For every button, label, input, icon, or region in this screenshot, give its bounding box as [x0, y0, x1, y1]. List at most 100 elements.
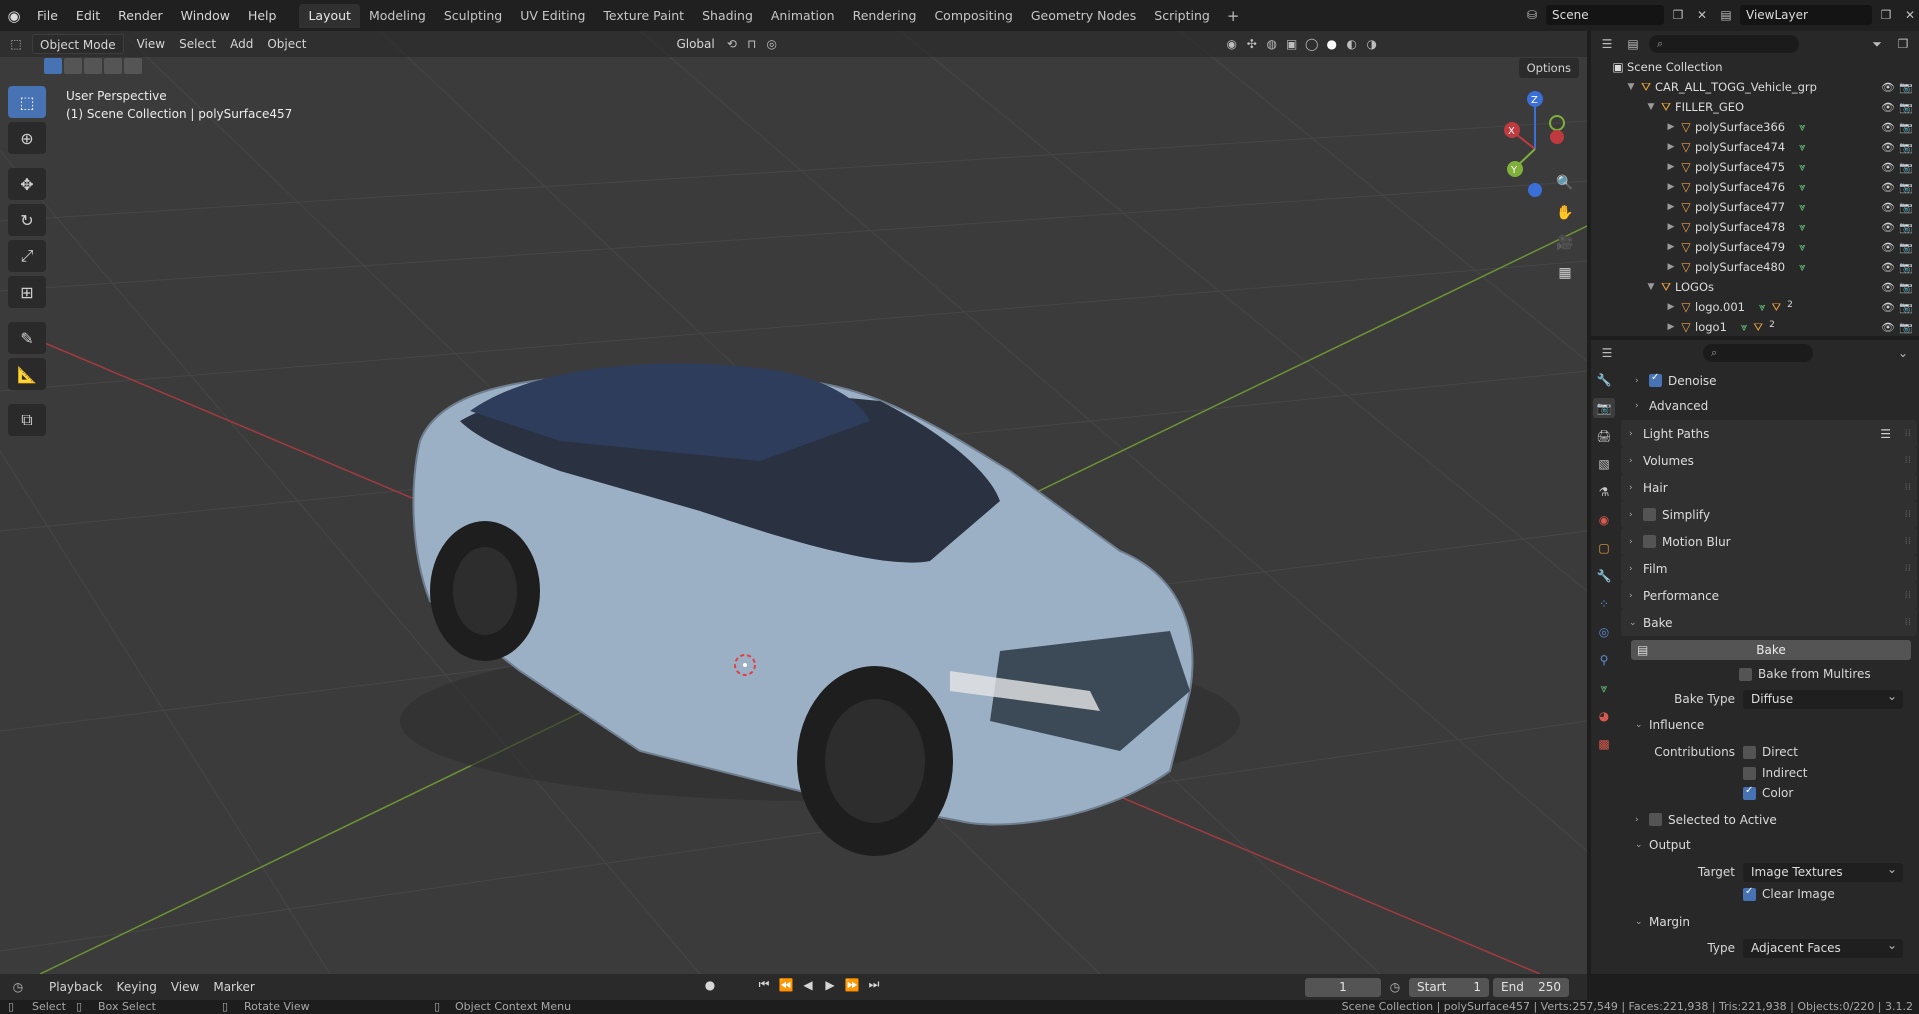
- scene-tab-icon[interactable]: ⚗: [1593, 482, 1615, 502]
- output-subpanel[interactable]: ⌄ Output: [1621, 832, 1917, 857]
- display-mode-icon[interactable]: ▤: [1623, 34, 1643, 54]
- orientation-dropdown[interactable]: Global: [669, 34, 721, 54]
- tab-scripting[interactable]: Scripting: [1145, 4, 1219, 28]
- options-button[interactable]: Options: [1518, 58, 1579, 78]
- view-layer-field[interactable]: ViewLayer: [1740, 5, 1872, 25]
- panel-light-paths[interactable]: › Light Paths ☰ ⁞⁞: [1621, 420, 1917, 447]
- panel-performance[interactable]: › Performance ⁞⁞: [1621, 582, 1917, 609]
- physics-tab-icon[interactable]: ◎: [1593, 622, 1615, 642]
- eye-icon[interactable]: 👁: [1881, 81, 1895, 94]
- expand-arrow-icon[interactable]: ▶: [1665, 142, 1677, 152]
- eye-icon[interactable]: 👁: [1881, 181, 1895, 194]
- expand-arrow-icon[interactable]: ▶: [1665, 182, 1677, 192]
- expand-arrow-icon[interactable]: ▶: [1665, 122, 1677, 132]
- view-layer-tab-icon[interactable]: ▧: [1593, 454, 1615, 474]
- modifier-icon[interactable]: ⛛: [1753, 320, 1763, 335]
- car-model[interactable]: [400, 363, 1240, 856]
- overlay-toggle-icon[interactable]: ◍: [1262, 34, 1282, 54]
- cursor-tool-icon[interactable]: ⊕: [8, 122, 46, 154]
- particles-tab-icon[interactable]: ⁘: [1593, 594, 1615, 614]
- eye-icon[interactable]: 👁: [1881, 201, 1895, 214]
- outliner-search[interactable]: ⌕: [1649, 35, 1799, 53]
- scene-icon[interactable]: ⛁: [1522, 5, 1542, 25]
- outliner-row[interactable]: ▶ ▽ polySurface477 ⩔ 👁 📷: [1591, 197, 1919, 217]
- preview-range-icon[interactable]: ◷: [1385, 977, 1405, 997]
- drag-grip-icon[interactable]: ⁞⁞: [1905, 617, 1911, 628]
- expand-arrow-icon[interactable]: ▶: [1665, 322, 1677, 332]
- tab-sculpting[interactable]: Sculpting: [435, 4, 511, 28]
- outliner-type-icon[interactable]: ☰: [1597, 34, 1617, 54]
- influence-subpanel[interactable]: ⌄ Influence: [1621, 712, 1917, 737]
- tab-shading[interactable]: Shading: [693, 4, 762, 28]
- tool-tab-icon[interactable]: 🔧: [1593, 370, 1615, 390]
- output-tab-icon[interactable]: 🖨: [1593, 426, 1615, 446]
- constraints-tab-icon[interactable]: ⚲: [1593, 650, 1615, 670]
- menu-keying[interactable]: Keying: [110, 977, 164, 997]
- play-icon[interactable]: ▶: [820, 978, 840, 992]
- mesh-data-icon[interactable]: ⩔: [1759, 300, 1766, 315]
- select-new-icon[interactable]: [44, 58, 62, 74]
- modifier-tab-icon[interactable]: 🔧: [1593, 566, 1615, 586]
- render-camera-icon[interactable]: 📷: [1899, 181, 1913, 194]
- eye-icon[interactable]: 👁: [1881, 121, 1895, 134]
- clear-image-row[interactable]: Clear Image: [1621, 883, 1917, 905]
- margin-type-dropdown[interactable]: Adjacent Faces: [1743, 936, 1903, 958]
- expand-arrow-icon[interactable]: ▼: [1645, 102, 1657, 112]
- outliner-row[interactable]: ▶ ▽ polySurface479 ⩔ 👁 📷: [1591, 237, 1919, 257]
- render-camera-icon[interactable]: 📷: [1899, 221, 1913, 234]
- expand-arrow-icon[interactable]: ▶: [1665, 302, 1677, 312]
- tab-rendering[interactable]: Rendering: [844, 4, 926, 28]
- outliner-row[interactable]: ▼ ⛛ LOGOs 👁 📷: [1591, 277, 1919, 297]
- pivot-icon[interactable]: ⟲: [722, 34, 742, 54]
- mesh-data-icon[interactable]: ⩔: [1799, 140, 1806, 155]
- new-collection-icon[interactable]: ❐: [1893, 34, 1913, 54]
- outliner-row[interactable]: ▼ ⛛ CAR_ALL_TOGG_Vehicle_grp 👁 📷: [1591, 77, 1919, 97]
- mesh-data-icon[interactable]: ⩔: [1799, 160, 1806, 175]
- object-tab-icon[interactable]: ▢: [1593, 538, 1615, 558]
- tab-animation[interactable]: Animation: [762, 4, 844, 28]
- world-tab-icon[interactable]: ◉: [1593, 510, 1615, 530]
- mesh-data-icon[interactable]: ⩔: [1799, 260, 1806, 275]
- expand-arrow-icon[interactable]: ▼: [1645, 282, 1657, 292]
- record-icon[interactable]: ●: [700, 978, 720, 992]
- outliner-root[interactable]: ▣ Scene Collection: [1591, 57, 1919, 77]
- tab-compositing[interactable]: Compositing: [925, 4, 1021, 28]
- outliner-row[interactable]: ▶ ▽ polySurface478 ⩔ 👁 📷: [1591, 217, 1919, 237]
- eye-icon[interactable]: 👁: [1881, 261, 1895, 274]
- transform-tool-icon[interactable]: ⊞: [8, 276, 46, 308]
- mesh-data-icon[interactable]: ⩔: [1799, 200, 1806, 215]
- add-cube-tool-icon[interactable]: ⧉: [8, 404, 46, 436]
- tab-geometry-nodes[interactable]: Geometry Nodes: [1022, 4, 1145, 28]
- mode-dropdown[interactable]: Object Mode: [32, 34, 124, 54]
- xray-icon[interactable]: ▣: [1282, 34, 1302, 54]
- modifier-icon[interactable]: ⛛: [1771, 300, 1781, 315]
- outliner-row[interactable]: ▶ ▽ polySurface475 ⩔ 👁 📷: [1591, 157, 1919, 177]
- prev-keyframe-icon[interactable]: ⏪: [776, 978, 796, 992]
- render-camera-icon[interactable]: 📷: [1899, 281, 1913, 294]
- render-camera-icon[interactable]: 📷: [1899, 101, 1913, 114]
- properties-search[interactable]: ⌕: [1703, 344, 1813, 362]
- selected-to-active-subpanel[interactable]: › Selected to Active: [1621, 807, 1917, 832]
- direct-checkbox[interactable]: [1743, 745, 1756, 759]
- pan-hand-icon[interactable]: ✋: [1551, 201, 1579, 225]
- panel-simplify[interactable]: › Simplify ⁞⁞: [1621, 501, 1917, 528]
- outliner-row[interactable]: ▶ ▽ polySurface476 ⩔ 👁 📷: [1591, 177, 1919, 197]
- panel-hair[interactable]: › Hair ⁞⁞: [1621, 474, 1917, 501]
- menu-add[interactable]: Add: [223, 34, 260, 54]
- render-camera-icon[interactable]: 📷: [1899, 241, 1913, 254]
- menu-playback[interactable]: Playback: [42, 977, 110, 997]
- outliner-row[interactable]: ▶ ▽ logo.001 ⩔ ⛛ 2 👁 📷: [1591, 297, 1919, 317]
- render-tab-icon[interactable]: 📷: [1593, 398, 1615, 418]
- menu-render[interactable]: Render: [109, 5, 172, 27]
- expand-arrow-icon[interactable]: ▼: [1625, 82, 1637, 92]
- select-intersect-icon[interactable]: [124, 58, 142, 74]
- end-frame-field[interactable]: End 250: [1493, 977, 1569, 997]
- drag-grip-icon[interactable]: ⁞⁞: [1905, 536, 1911, 547]
- expand-arrow-icon[interactable]: ▶: [1665, 202, 1677, 212]
- eye-icon[interactable]: 👁: [1881, 141, 1895, 154]
- menu-window[interactable]: Window: [172, 5, 239, 27]
- expand-arrow-icon[interactable]: ▶: [1665, 242, 1677, 252]
- mesh-data-icon[interactable]: ⩔: [1799, 120, 1806, 135]
- margin-subpanel[interactable]: ⌄ Margin: [1621, 909, 1917, 934]
- render-camera-icon[interactable]: 📷: [1899, 301, 1913, 314]
